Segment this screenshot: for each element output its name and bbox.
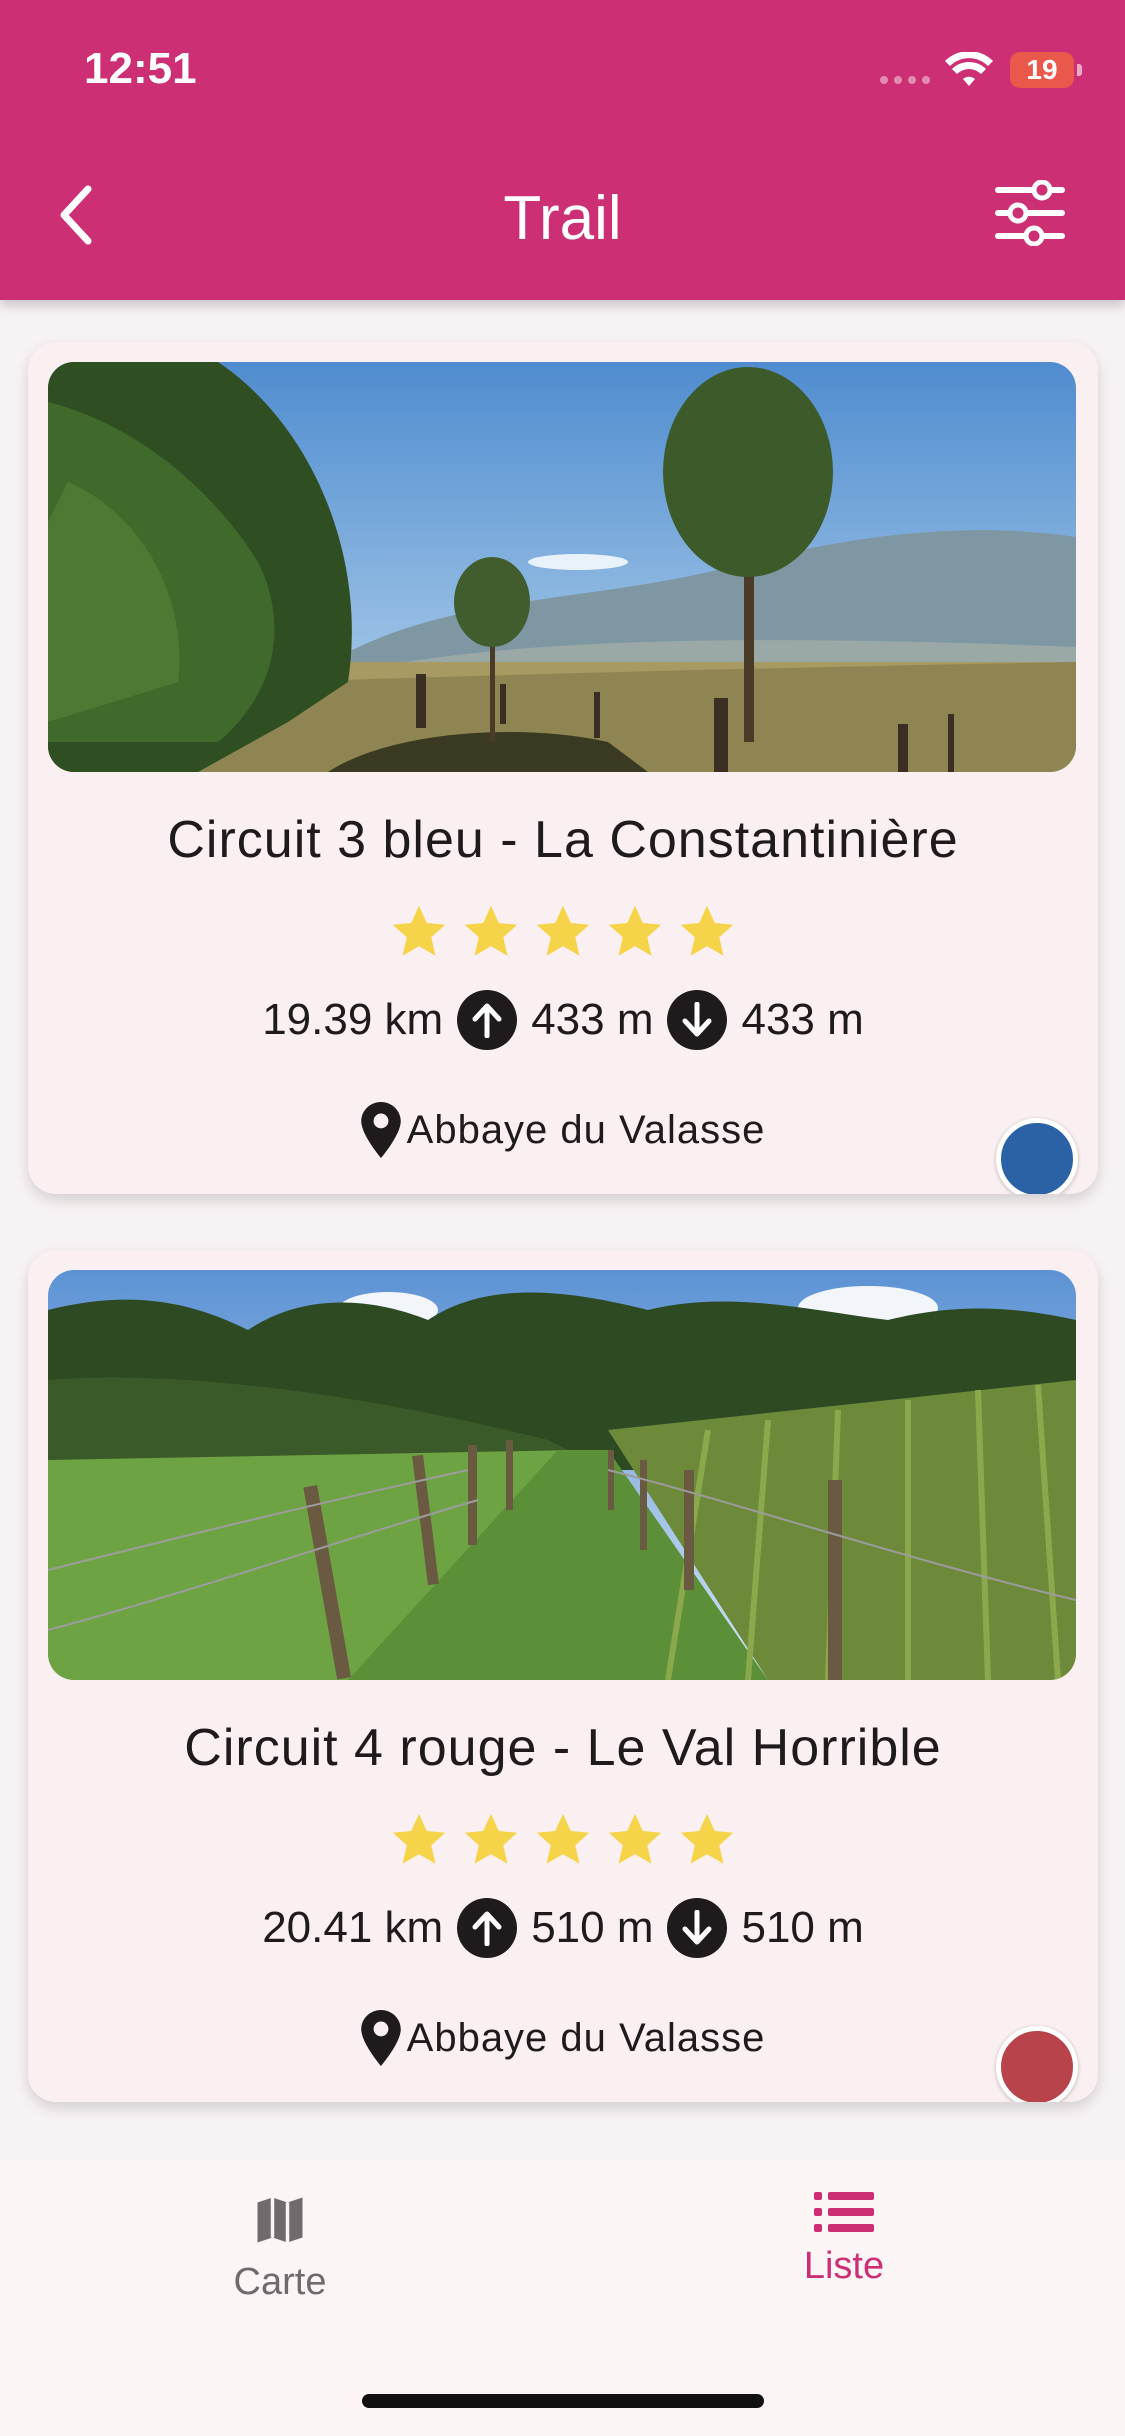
nav-tab-carte[interactable]: Carte [130,2190,430,2304]
rating-stars [28,1810,1098,1870]
trail-card[interactable]: Circuit 4 rouge - Le Val Horrible 20.41 … [28,1250,1098,2102]
location-pin-icon [360,2010,401,2066]
screen: 12:51 19 Trail Circuit 3 bleu - La Const… [0,0,1125,2436]
trail-location: Abbaye du Valasse [28,1102,1098,1158]
map-icon [257,2197,303,2243]
arrow-up-icon [457,990,518,1050]
distance: 19.39 km [262,995,444,1044]
location-label: Abbaye du Valasse [406,1107,766,1152]
sliders-icon [995,179,1065,247]
ascent: 510 m [531,1903,654,1952]
star-icon [536,905,590,956]
star-icon [680,905,734,956]
app-header: 12:51 19 Trail [0,0,1125,300]
circuit-color-badge [996,1118,1078,1194]
filter-button[interactable] [994,179,1074,250]
wifi-icon [945,52,993,86]
trail-stats: 20.41 km 510 m 510 m [28,1898,1098,1958]
arrow-down-icon [667,1898,728,1958]
arrow-down-icon [667,990,728,1050]
location-pin-icon [360,1102,401,1158]
distance: 20.41 km [262,1903,444,1952]
trail-title: Circuit 3 bleu - La Constantinière [167,811,959,869]
battery-icon: 19 [1010,52,1082,88]
ascent: 433 m [531,995,654,1044]
page-title: Trail [503,184,622,253]
trail-card[interactable]: Circuit 3 bleu - La Constantinière 19.39… [28,342,1098,1194]
star-icon [392,1813,446,1864]
list-icon [814,2192,874,2232]
star-icon [392,905,446,956]
nav-label-liste: Liste [803,2245,885,2287]
star-icon [680,1813,734,1864]
star-icon [608,905,662,956]
trail-photo [48,362,1076,772]
rating-stars [28,902,1098,962]
location-label: Abbaye du Valasse [406,2015,766,2060]
home-indicator[interactable] [362,2394,764,2408]
trail-photo [48,1270,1076,1680]
descent: 433 m [741,995,864,1044]
star-icon [536,1813,590,1864]
trail-location: Abbaye du Valasse [28,2010,1098,2066]
star-icon [464,1813,518,1864]
circuit-color-badge [996,2026,1078,2102]
status-time: 12:51 [84,44,197,93]
star-icon [608,1813,662,1864]
arrow-up-icon [457,1898,518,1958]
trail-title: Circuit 4 rouge - Le Val Horrible [184,1719,942,1777]
trail-stats: 19.39 km 433 m 433 m [28,990,1098,1050]
nav-label-carte: Carte [233,2261,327,2303]
star-icon [464,905,518,956]
descent: 510 m [741,1903,864,1952]
cellular-signal-icon [880,76,930,84]
nav-tab-liste[interactable]: Liste [694,2190,994,2288]
